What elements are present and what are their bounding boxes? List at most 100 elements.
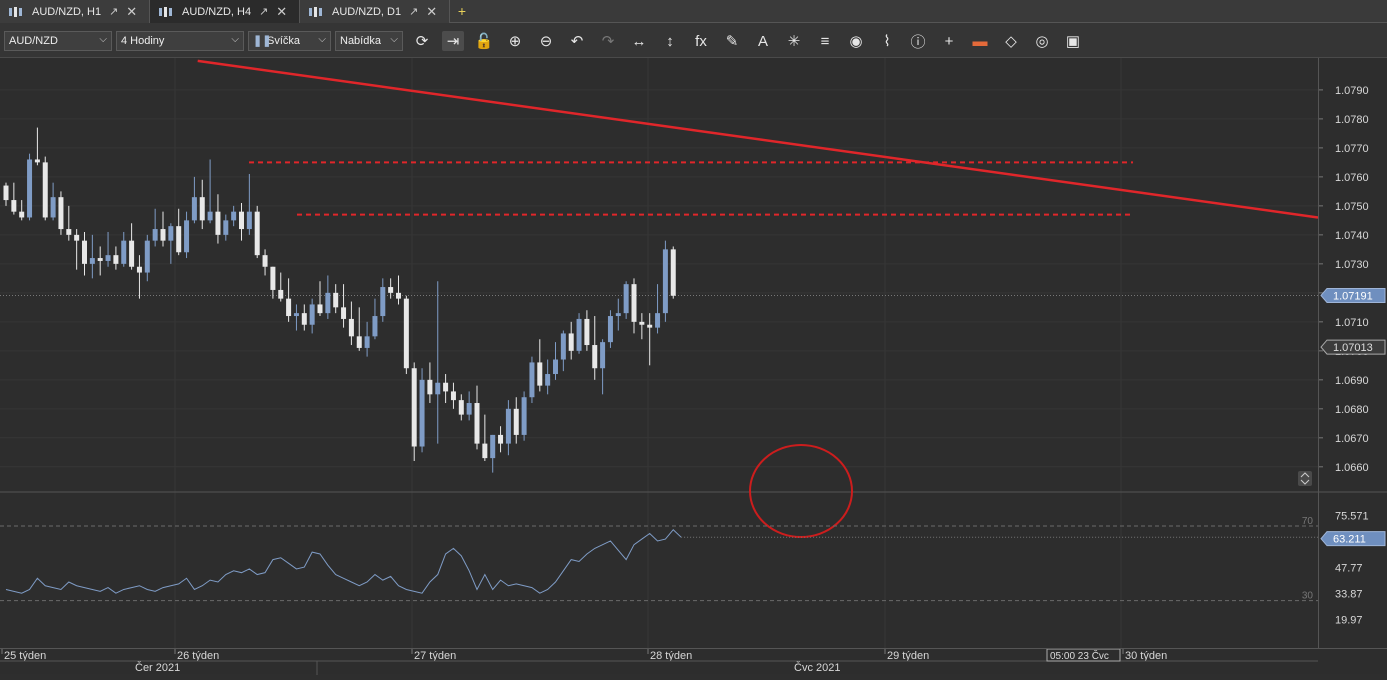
candle-body [301, 313, 307, 325]
popout-icon[interactable]: ↗ [259, 5, 268, 18]
symbol-select[interactable]: AUD/NZD ⌵ [4, 31, 112, 51]
candle-body [403, 298, 409, 369]
time-axis[interactable]: 25 týden 26 týden 27 týden 28 týden 29 týden… [0, 648, 1387, 675]
candle-body [262, 255, 268, 267]
lock-icon[interactable]: 🔓 [473, 31, 495, 51]
popout-icon[interactable]: ↗ [409, 5, 418, 18]
eye-icon[interactable]: ◉ [845, 31, 867, 51]
candle-body [191, 197, 197, 221]
candle-body [639, 321, 645, 325]
candle-body [168, 226, 174, 241]
rsi-tick-label: 33.87 [1335, 588, 1363, 600]
price-tick-label: 1.0660 [1335, 462, 1369, 474]
refresh-icon[interactable]: ⟳ [411, 31, 433, 51]
candle-body [176, 226, 182, 253]
timeframe-select[interactable]: 4 Hodiny ⌵ [116, 31, 244, 51]
close-icon[interactable]: ✕ [276, 4, 287, 20]
candle-chart-icon [308, 6, 324, 18]
candle-body [42, 162, 48, 218]
candle-body [364, 336, 370, 348]
zoom-out-icon[interactable]: ⊖ [535, 31, 557, 51]
trend-line[interactable] [197, 59, 1319, 219]
candle-chart-icon [158, 6, 174, 18]
fill-icon[interactable]: ◇ [1000, 31, 1022, 51]
chart-type-select[interactable]: ❚❚ Svíčka ⌵ [248, 31, 331, 51]
pencil-icon[interactable]: ✎ [721, 31, 743, 51]
price-tick-label: 1.0670 [1335, 433, 1369, 445]
week-label: 28 týden [650, 650, 692, 662]
candle-body [380, 287, 386, 317]
zoom-in-icon[interactable]: ⊕ [504, 31, 526, 51]
candle-body [482, 443, 488, 459]
crosshair-icon[interactable]: + [938, 31, 960, 51]
candle-body [670, 249, 676, 296]
autoscroll-icon[interactable]: ⇥ [442, 31, 464, 51]
price-tick-label: 1.0770 [1335, 143, 1369, 155]
candle-body [576, 318, 582, 351]
candle-chart-icon [8, 6, 24, 18]
rsi-tick-label: 47.77 [1335, 562, 1363, 574]
candle-body [66, 229, 72, 235]
price-tick-label: 1.0780 [1335, 114, 1369, 126]
info-icon[interactable]: ⓘ [907, 31, 929, 51]
tab-bar: AUD/NZD, H1 ↗ ✕ AUD/NZD, H4 ↗ ✕ AUD/NZD, D1 ↗ ✕ + [0, 0, 1387, 23]
chart-area[interactable]: 70 30 [0, 58, 1319, 648]
candle-body [466, 403, 472, 415]
candle-body [97, 258, 103, 261]
candle-body [584, 318, 590, 346]
candle-body [27, 159, 33, 218]
redo-icon[interactable]: ↷ [597, 31, 619, 51]
week-label: 26 týden [177, 650, 219, 662]
tab-1[interactable]: AUD/NZD, H4 ↗ ✕ [150, 0, 300, 23]
price-scale-canvas: 1.0790 1.0780 1.0770 1.0760 1.0750 1.0740 1.07… [1319, 85, 1387, 626]
price-tick-label: 1.0680 [1335, 404, 1369, 416]
candle-body [600, 342, 606, 369]
horizontal-resize-icon[interactable]: ↔ [628, 31, 650, 51]
candle-body [568, 333, 574, 351]
price-scale[interactable]: 1.0790 1.0780 1.0770 1.0760 1.0750 1.0740 1.07… [1318, 58, 1387, 648]
week-label: 27 týden [414, 650, 456, 662]
candle-body [513, 408, 519, 435]
candle-body [607, 316, 613, 343]
signal-icon[interactable]: ⌇ [876, 31, 898, 51]
candle-body [136, 266, 142, 273]
candle-body [160, 229, 166, 241]
candle-body [129, 240, 135, 267]
objects-icon[interactable]: ✳ [783, 31, 805, 51]
circle-icon[interactable]: ◎ [1031, 31, 1053, 51]
candle-body [419, 379, 425, 447]
candle-body [278, 289, 284, 299]
color-bar-icon[interactable]: ▬ [969, 31, 991, 51]
candle-body [19, 211, 25, 218]
toolbar: AUD/NZD ⌵ 4 Hodiny ⌵ ❚❚ Svíčka ⌵ Nabídka ⌵ ⟳ ⇥… [0, 23, 1387, 58]
chart-canvas[interactable]: 70 30 [0, 58, 1319, 648]
circle-annotation[interactable] [749, 444, 853, 538]
close-icon[interactable]: ✕ [126, 4, 137, 20]
price-tick-label: 1.0710 [1335, 317, 1369, 329]
menu-select[interactable]: Nabídka ⌵ [335, 31, 403, 51]
candle-body [270, 266, 276, 290]
candle-body [474, 403, 480, 444]
layers-icon[interactable]: ≡ [814, 31, 836, 51]
vertical-resize-icon[interactable]: ↕ [659, 31, 681, 51]
tab-0[interactable]: AUD/NZD, H1 ↗ ✕ [0, 0, 150, 23]
rsi-tick-label: 19.97 [1335, 614, 1363, 626]
month-label: Čer 2021 [135, 661, 180, 674]
candle-body [647, 324, 653, 328]
undo-icon[interactable]: ↶ [566, 31, 588, 51]
popout-icon[interactable]: ↗ [109, 5, 118, 18]
tab-2[interactable]: AUD/NZD, D1 ↗ ✕ [300, 0, 450, 23]
candle-body [341, 307, 347, 319]
week-label: 30 týden [1125, 650, 1167, 662]
save-icon[interactable]: ▣ [1062, 31, 1084, 51]
add-tab-icon[interactable]: + [450, 0, 474, 22]
close-icon[interactable]: ✕ [426, 4, 437, 20]
timeframe-value: 4 Hodiny [121, 35, 165, 47]
candle-body [498, 434, 504, 444]
candles [3, 127, 676, 473]
candle-body [490, 434, 496, 459]
candle-body [231, 211, 237, 221]
text-icon[interactable]: A [752, 31, 774, 51]
candle-body [521, 397, 527, 435]
fx-icon[interactable]: fx [690, 31, 712, 51]
